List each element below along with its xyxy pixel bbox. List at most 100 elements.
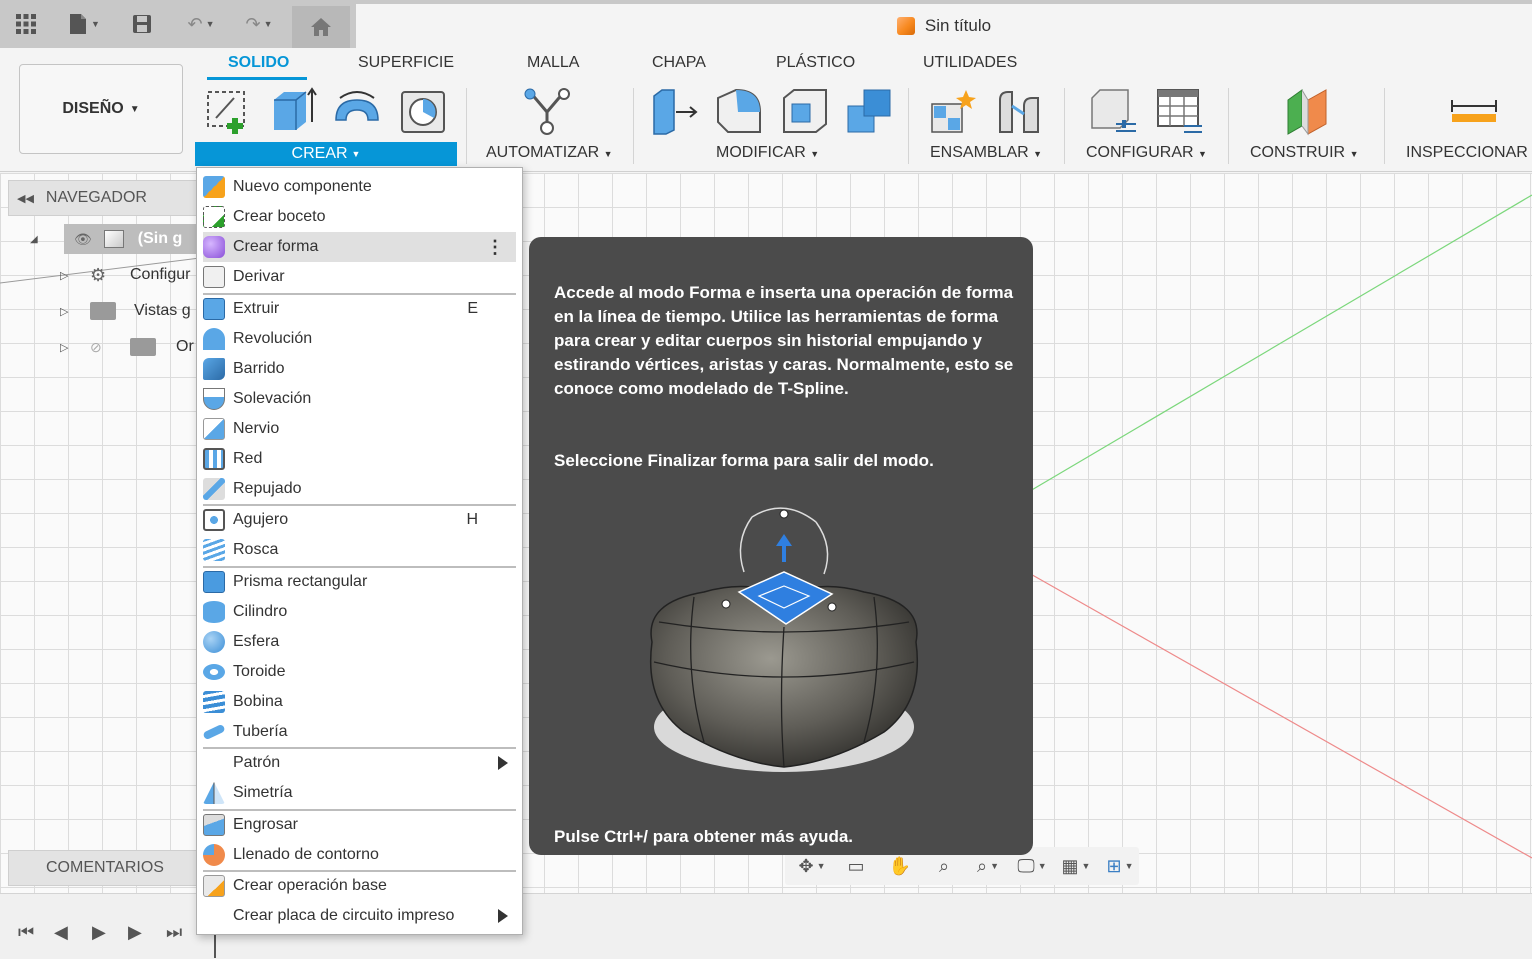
automate-icon[interactable] (522, 86, 572, 136)
collapse-icon[interactable]: ◀◀ (17, 192, 34, 205)
menu-item-cilindro[interactable]: Cilindro (203, 597, 516, 627)
menu-item-prisma-rectangular[interactable]: Prisma rectangular (203, 567, 516, 597)
automatizar-dropdown[interactable]: AUTOMATIZAR ▼ (486, 144, 613, 162)
sweep-icon (203, 358, 225, 380)
modificar-dropdown[interactable]: MODIFICAR ▼ (716, 144, 819, 162)
fit-icon[interactable]: ⌕ ▼ (969, 856, 1007, 877)
menu-item-crear-forma[interactable]: Crear forma ⋮ (203, 232, 516, 262)
construir-dropdown[interactable]: CONSTRUIR ▼ (1250, 144, 1358, 162)
active-tab-indicator (207, 77, 307, 80)
menu-item-rosca[interactable]: Rosca (203, 535, 516, 565)
home-tab[interactable] (292, 6, 350, 48)
step-back-icon[interactable]: ◀ (54, 922, 68, 943)
configurar-dropdown[interactable]: CONFIGURAR ▼ (1086, 144, 1207, 162)
menu-item-crear-placa-de-circuito-impreso[interactable]: Crear placa de circuito impreso (203, 901, 516, 931)
construct-plane-icon[interactable] (1282, 86, 1332, 136)
comments-panel-header[interactable]: COMENTARIOS (8, 850, 198, 886)
ribbon-separator (633, 88, 634, 164)
browser-item-origen[interactable]: ▷ ⊘ Or (60, 332, 200, 362)
menu-item-red[interactable]: Red (203, 444, 516, 474)
menu-item-repujado[interactable]: Repujado (203, 474, 516, 504)
browser-root-row[interactable]: ◢ 👁 (Sin g (30, 224, 204, 254)
hole-icon[interactable] (398, 86, 448, 136)
joint-icon[interactable] (994, 86, 1044, 136)
menu-item-crear-operacion-base[interactable]: Crear operación base (203, 871, 516, 901)
expand-triangle-icon[interactable]: ▷ (60, 305, 90, 318)
measure-icon[interactable] (1450, 86, 1500, 136)
undo-button[interactable]: ↶ ▼ (178, 8, 224, 40)
menu-item-patron[interactable]: Patrón (203, 748, 516, 778)
grid-settings-icon[interactable]: ▦ ▼ (1057, 856, 1095, 877)
expand-triangle-icon[interactable]: ▷ (60, 341, 90, 354)
pan-icon[interactable]: ✋ (881, 856, 919, 877)
menu-item-label: Simetría (233, 784, 293, 801)
browser-item-label: Vistas g (134, 302, 191, 319)
press-pull-icon[interactable] (650, 86, 700, 136)
menu-item-esfera[interactable]: Esfera (203, 627, 516, 657)
expand-triangle-icon[interactable]: ▷ (60, 269, 90, 282)
redo-button[interactable]: ↷ ▼ (236, 8, 282, 40)
inspeccionar-dropdown[interactable]: INSPECCIONAR (1406, 144, 1528, 162)
fillet-icon[interactable] (714, 86, 764, 136)
menu-item-barrido[interactable]: Barrido (203, 354, 516, 384)
ensamblar-dropdown[interactable]: ENSAMBLAR ▼ (930, 144, 1042, 162)
browser-item-vistas[interactable]: ▷ Vistas g (60, 296, 200, 326)
more-options-icon[interactable]: ⋮ (486, 237, 504, 258)
tab-superficie[interactable]: SUPERFICIE (358, 54, 454, 72)
step-forward-icon[interactable]: ▶ (128, 922, 142, 943)
menu-item-simetria[interactable]: Simetría (203, 778, 516, 808)
menu-item-toroide[interactable]: Toroide (203, 657, 516, 687)
menu-item-nervio[interactable]: Nervio (203, 414, 516, 444)
menu-item-tuberia[interactable]: Tubería (202, 717, 516, 747)
configure-icon[interactable] (1088, 86, 1138, 136)
menu-item-nuevo-componente[interactable]: Nuevo componente (203, 172, 516, 202)
workspace-switcher[interactable]: DISEÑO ▼ (19, 64, 183, 154)
shell-icon[interactable] (780, 86, 830, 136)
file-icon (70, 14, 87, 34)
tab-utilidades[interactable]: UTILIDADES (923, 54, 1017, 72)
menu-item-derivar[interactable]: Derivar (203, 262, 516, 292)
zoom-icon[interactable]: ⌕ (925, 856, 963, 877)
viewports-icon[interactable]: ⊞ ▼ (1101, 856, 1139, 877)
extrude-icon[interactable] (268, 86, 318, 136)
browser-panel-header[interactable]: ◀◀ NAVEGADOR (8, 180, 198, 216)
menu-item-bobina[interactable]: Bobina (203, 687, 516, 717)
eye-icon[interactable]: 👁 (74, 231, 92, 248)
tab-malla[interactable]: MALLA (527, 54, 579, 72)
tab-plastico[interactable]: PLÁSTICO (776, 54, 855, 72)
tab-chapa[interactable]: CHAPA (652, 54, 706, 72)
menu-item-crear-boceto[interactable]: Crear boceto (203, 202, 516, 232)
menu-item-revolucion[interactable]: Revolución (203, 324, 516, 354)
menu-item-agujero[interactable]: Agujero H (203, 505, 516, 535)
menu-item-label: Crear operación base (233, 877, 387, 894)
hidden-eye-icon[interactable]: ⊘ (90, 339, 130, 356)
construir-label: CONSTRUIR (1250, 144, 1346, 161)
expand-triangle-icon[interactable]: ◢ (30, 234, 58, 245)
file-menu-button[interactable]: ▼ (62, 8, 106, 40)
menu-item-label: Repujado (233, 480, 302, 497)
combine-icon[interactable] (844, 86, 894, 136)
tab-solido[interactable]: SOLIDO (228, 54, 289, 72)
orbit-icon[interactable]: ✥ ▼ (793, 856, 831, 877)
play-icon[interactable]: ▶ (92, 922, 106, 943)
browser-item-configuracion[interactable]: ▷ ⚙ Configur (60, 260, 200, 290)
look-at-icon[interactable]: ▭ (837, 856, 875, 877)
chevron-down-icon: ▼ (129, 103, 140, 115)
menu-item-extruir[interactable]: Extruir E (203, 294, 516, 324)
save-button[interactable] (128, 8, 156, 40)
new-component-icon[interactable] (928, 86, 978, 136)
go-to-start-icon[interactable]: ⏮ (18, 922, 34, 943)
menu-item-solevacion[interactable]: Solevación (203, 384, 516, 414)
create-sketch-icon[interactable] (204, 86, 254, 136)
crear-dropdown-button[interactable]: CREAR ▼ (195, 142, 457, 166)
go-to-end-icon[interactable]: ⏭ (166, 922, 182, 943)
menu-item-llenado-de-contorno[interactable]: Llenado de contorno (203, 840, 516, 870)
menu-item-engrosar[interactable]: Engrosar (203, 810, 516, 840)
configuration-table-icon[interactable] (1154, 86, 1204, 136)
document-tab[interactable]: Sin título (356, 4, 1532, 48)
display-settings-icon[interactable]: 🖵 ▼ (1013, 856, 1051, 877)
revolve-icon[interactable] (332, 86, 382, 136)
pcb-icon (203, 905, 225, 927)
menu-item-label: Nervio (233, 420, 280, 437)
app-grid-icon[interactable] (10, 8, 42, 40)
